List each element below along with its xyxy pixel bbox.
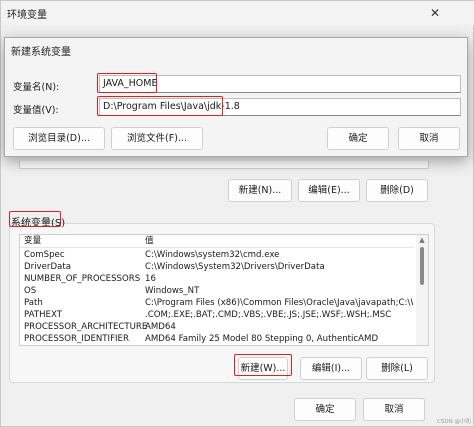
list-header: 变量 值 [20, 235, 414, 248]
variable-value: .COM;.EXE;.BAT;.CMD;.VBS;.VBE;.JS;.JSE;.… [145, 310, 392, 320]
window-title: 环境变量 [7, 10, 47, 21]
watermark: CSDN @小叻 [437, 419, 471, 425]
table-row[interactable]: DriverData C:\Windows\System32\Drivers\D… [20, 262, 414, 274]
ok-button[interactable]: 确定 [294, 398, 356, 421]
variable-value-label: 变量值(V): [13, 105, 59, 116]
browse-file-button[interactable]: 浏览文件(F)... [111, 127, 203, 150]
highlight-box-new-button [234, 354, 292, 376]
table-row[interactable]: PROCESSOR_ARCHITECTURE AMD64 [20, 322, 414, 334]
variable-value: 16 [145, 274, 156, 284]
table-row[interactable]: ComSpec C:\Windows\system32\cmd.exe [20, 250, 414, 262]
system-edit-button[interactable]: 编辑(I)... [300, 357, 362, 380]
user-delete-button[interactable]: 删除(D) [366, 179, 428, 202]
system-variables-list[interactable]: 变量 值 ComSpec C:\Windows\system32\cmd.exe… [19, 234, 429, 346]
column-header-value[interactable]: 值 [145, 235, 413, 248]
variable-value: Windows_NT [145, 286, 200, 296]
new-system-variable-dialog: 新建系统变量 变量名(N): JAVA_HOME 变量值(V): D:\Prog… [4, 37, 468, 157]
dialog-ok-button[interactable]: 确定 [327, 127, 389, 150]
table-row[interactable]: NUMBER_OF_PROCESSORS 16 [20, 274, 414, 286]
variable-name: PATHEXT [24, 310, 62, 320]
variable-name-label: 变量名(N): [13, 82, 60, 93]
variable-value: AMD64 [145, 322, 176, 332]
variable-value: AMD64 Family 25 Model 80 Stepping 0, Aut… [145, 334, 379, 344]
dialog-title: 新建系统变量 [11, 47, 71, 58]
dialog-cancel-button[interactable]: 取消 [398, 127, 460, 150]
table-row[interactable]: PROCESSOR_IDENTIFIER AMD64 Family 25 Mod… [20, 334, 414, 345]
highlight-box-system-label [9, 211, 61, 227]
user-new-button[interactable]: 新建(N)... [228, 179, 292, 202]
highlight-box-value-value [97, 96, 223, 116]
highlight-box-name-value [97, 73, 157, 93]
scroll-thumb[interactable] [420, 247, 424, 285]
scroll-up-icon[interactable]: ▲ [416, 236, 428, 245]
close-icon[interactable]: ✕ [425, 4, 445, 22]
variable-name: OS [24, 286, 37, 296]
variable-name: ComSpec [24, 250, 65, 260]
variable-value: C:\Program Files (x86)\Common Files\Orac… [145, 298, 413, 308]
variable-name: PROCESSOR_IDENTIFIER [24, 334, 129, 344]
variable-name: PROCESSOR_ARCHITECTURE [24, 322, 148, 332]
variable-name: NUMBER_OF_PROCESSORS [24, 274, 141, 284]
table-row[interactable]: PATHEXT .COM;.EXE;.BAT;.CMD;.VBS;.VBE;.J… [20, 310, 414, 322]
browse-directory-button[interactable]: 浏览目录(D)... [13, 127, 105, 150]
variable-name: DriverData [24, 262, 71, 272]
list-scrollbar[interactable]: ▲ [416, 235, 428, 345]
variable-name: Path [24, 298, 43, 308]
variable-value: C:\Windows\system32\cmd.exe [145, 250, 280, 260]
window-titlebar: 环境变量 ✕ [1, 1, 474, 25]
user-variables-list[interactable] [19, 161, 429, 169]
column-header-variable[interactable]: 变量 [24, 235, 41, 248]
system-delete-button[interactable]: 删除(L) [366, 357, 428, 380]
table-row[interactable]: Path C:\Program Files (x86)\Common Files… [20, 298, 414, 310]
user-edit-button[interactable]: 编辑(E)... [298, 179, 360, 202]
variable-value: C:\Windows\System32\Drivers\DriverData [145, 262, 325, 272]
cancel-button[interactable]: 取消 [363, 398, 425, 421]
table-row[interactable]: OS Windows_NT [20, 286, 414, 298]
